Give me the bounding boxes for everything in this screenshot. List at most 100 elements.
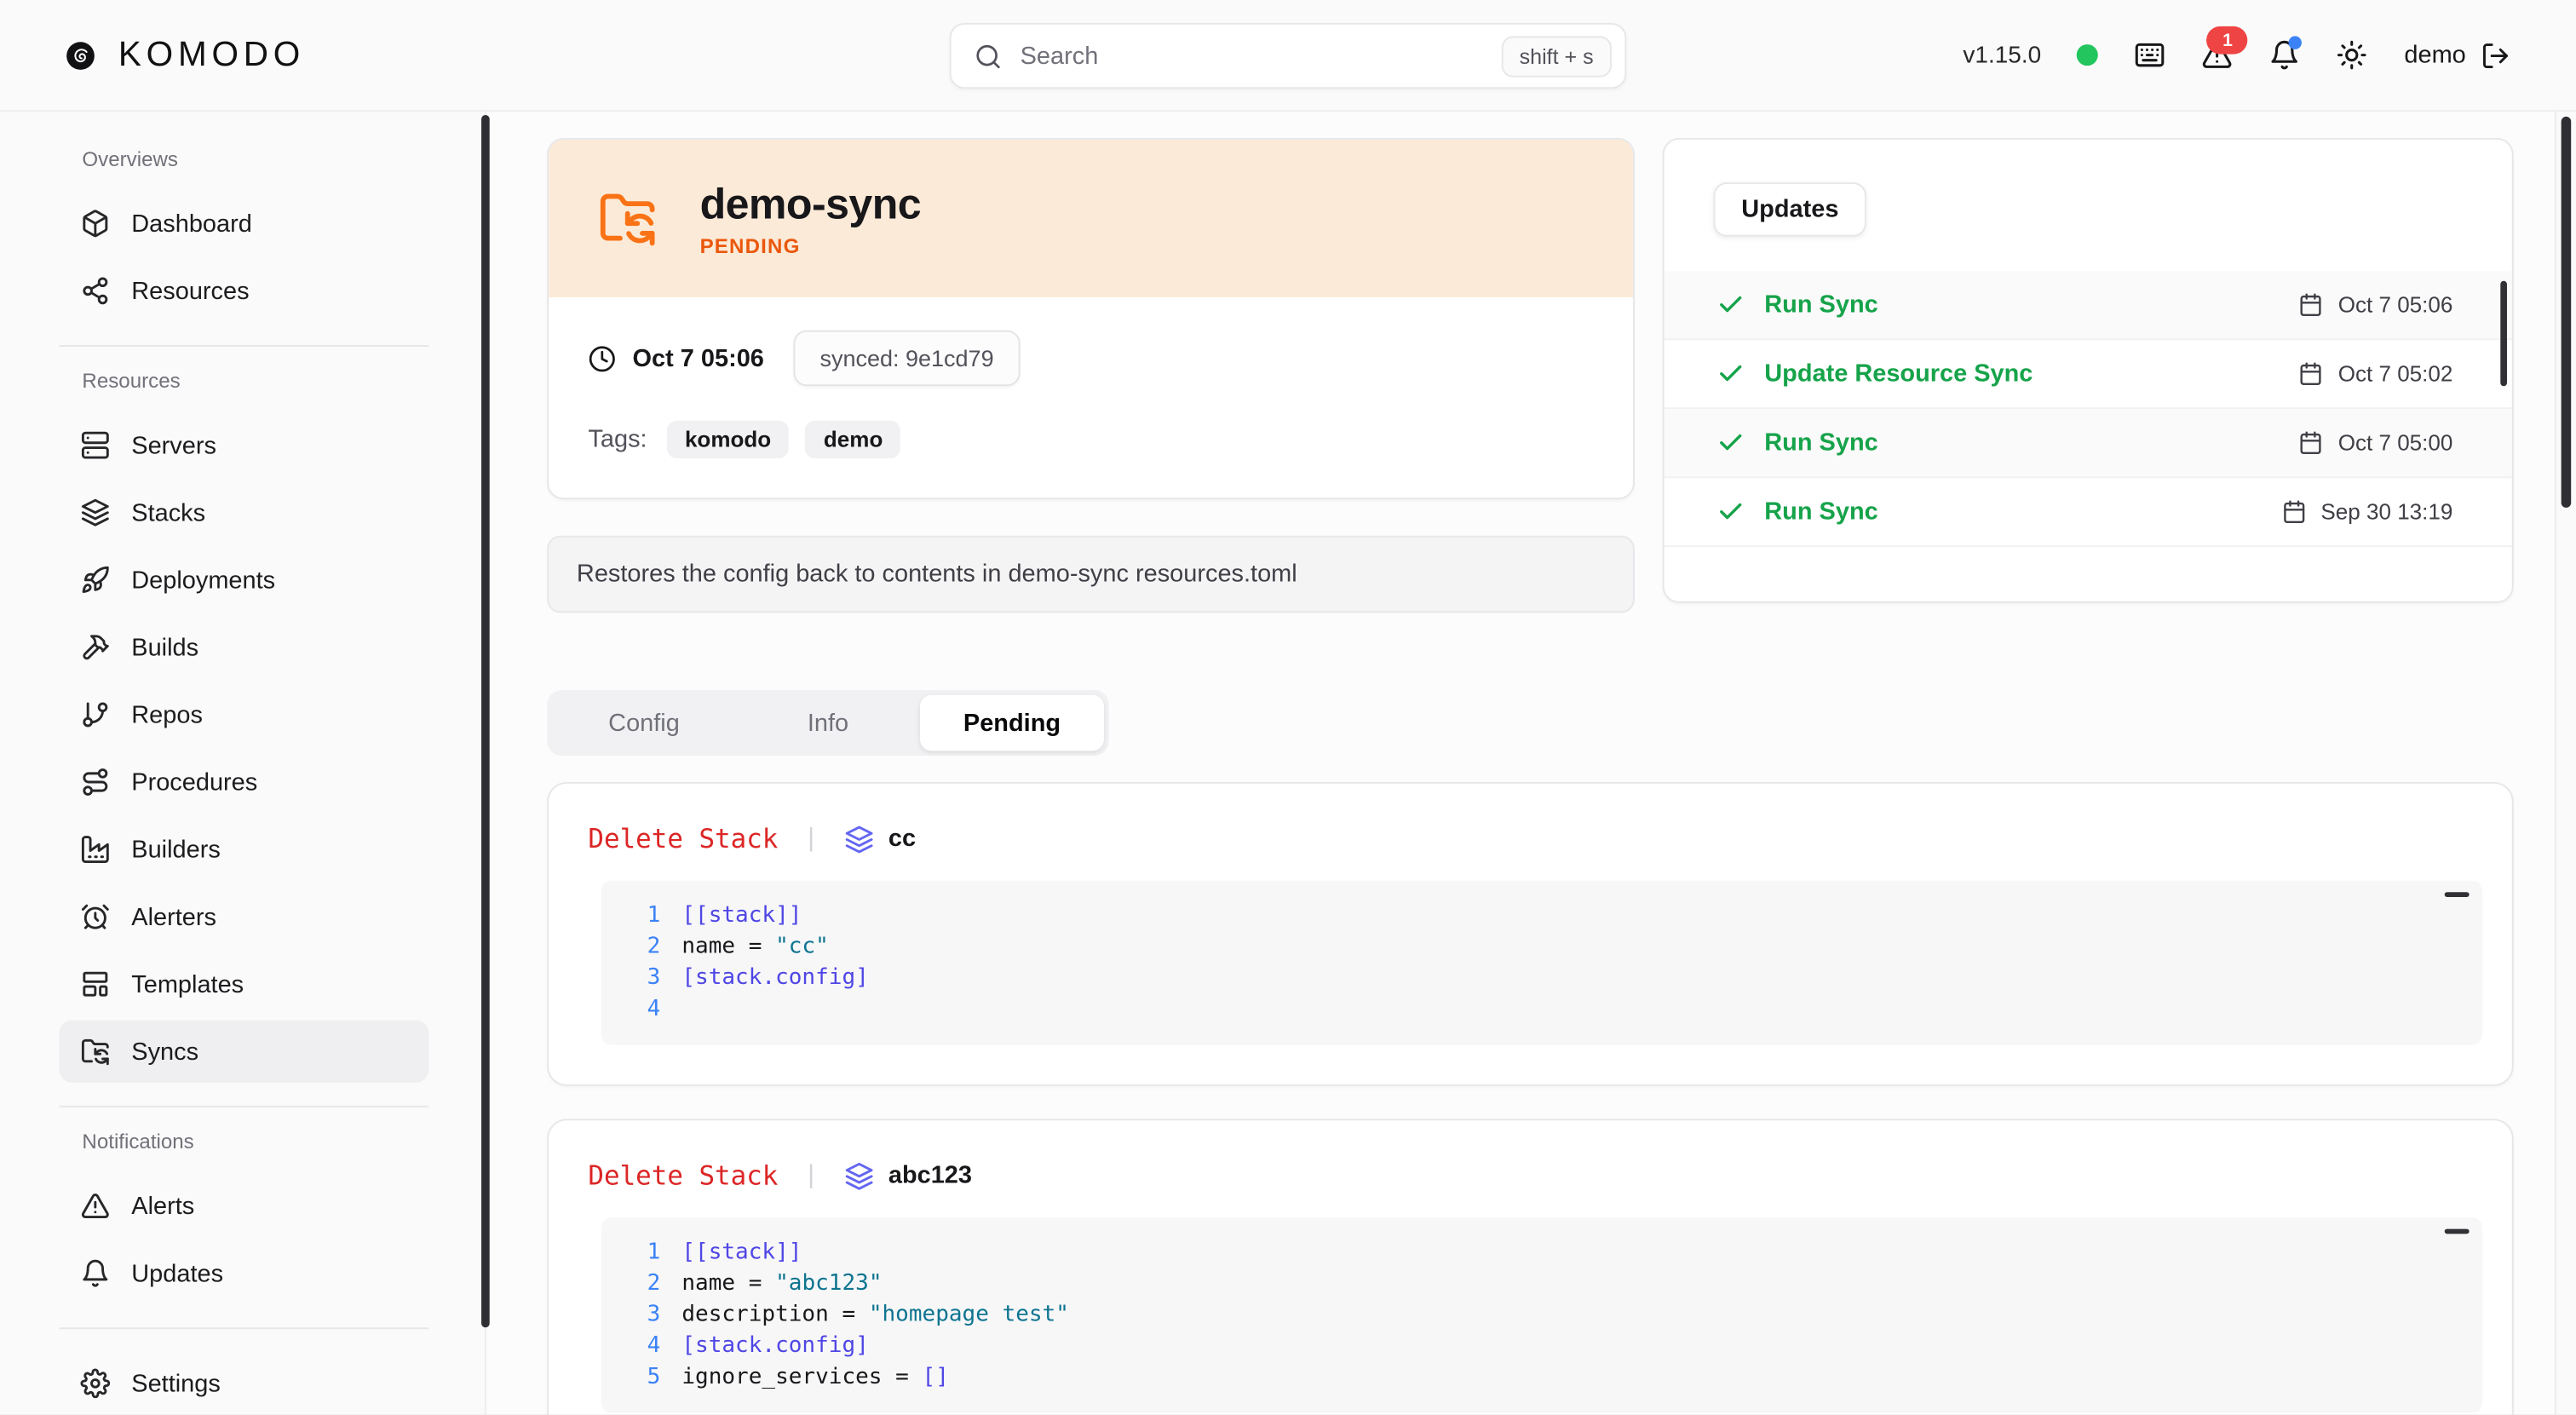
update-operation-link[interactable]: Run Sync (1764, 498, 1877, 526)
sidebar-item-label: Procedures (131, 768, 257, 797)
sidebar-item-settings[interactable]: Settings (59, 1352, 428, 1414)
search-icon (975, 42, 1003, 70)
sidebar-item-deployments[interactable]: Deployments (59, 549, 428, 611)
updates-panel: Updates Run Sync Oct 7 05:06 Update Resour… (1663, 138, 2514, 603)
search-shortcut-badge: shift + s (1501, 35, 1612, 76)
updates-scrollbar-thumb[interactable] (2500, 281, 2507, 386)
tab-pending[interactable]: Pending (920, 695, 1104, 751)
sidebar-item-label: Alerts (131, 1192, 194, 1220)
clock-icon (588, 344, 616, 372)
code-token: description (681, 1301, 828, 1327)
factory-icon (80, 835, 110, 865)
layers-icon (80, 498, 110, 527)
code-line: 4 (601, 994, 2482, 1026)
brand[interactable]: KOMODO (66, 35, 305, 74)
stack-icon (844, 1161, 874, 1191)
sidebar-item-label: Repos (131, 701, 203, 729)
pending-cards: Delete Stack|cc1[[stack]]2name = "cc"3[s… (547, 782, 2513, 1414)
code-token: "homepage test" (869, 1301, 1069, 1327)
git-branch-icon (80, 700, 110, 730)
code-token: [stack.config] (681, 964, 868, 991)
tag-chip[interactable]: demo (806, 421, 901, 458)
code-text: name = "abc123" (681, 1268, 882, 1300)
theme-toggle-button[interactable] (2337, 39, 2368, 71)
code-hscrollbar-thumb[interactable] (2445, 892, 2470, 897)
keyboard-shortcuts-button[interactable] (2135, 39, 2166, 71)
box-icon (80, 209, 110, 239)
sidebar-item-syncs[interactable]: Syncs (59, 1021, 428, 1083)
code-token: [stack.config] (681, 1332, 868, 1359)
sidebar-item-templates[interactable]: Templates (59, 953, 428, 1015)
search-placeholder: Search (1021, 42, 1099, 70)
folder-sync-icon (80, 1037, 110, 1067)
target-stack-link[interactable]: abc123 (844, 1161, 972, 1191)
sidebar-item-repos[interactable]: Repos (59, 683, 428, 745)
code-hscrollbar-thumb[interactable] (2445, 1229, 2470, 1234)
tags-label: Tags: (588, 425, 647, 453)
sidebar-item-dashboard[interactable]: Dashboard (59, 193, 428, 255)
rocket-icon (80, 565, 110, 595)
sidebar-divider (59, 345, 428, 347)
sidebar-item-updates[interactable]: Updates (59, 1242, 428, 1304)
update-row[interactable]: Update Resource Sync Oct 7 05:02 (1665, 340, 2512, 409)
update-operation-link[interactable]: Run Sync (1764, 290, 1877, 319)
code-line: 2name = "cc" (601, 931, 2482, 963)
update-operation-link[interactable]: Update Resource Sync (1764, 360, 2033, 388)
updates-button[interactable]: Updates (1713, 182, 1866, 237)
page-scrollbar-thumb[interactable] (2562, 117, 2572, 508)
last-update-time: Oct 7 05:06 (588, 344, 763, 372)
pending-action-label: Delete Stack (588, 1160, 778, 1192)
sidebar-item-servers[interactable]: Servers (59, 414, 428, 476)
code-line: 1[[stack]] (601, 1237, 2482, 1268)
status-badge: PENDING (700, 235, 922, 258)
timestamp-label: Oct 7 05:06 (632, 344, 763, 372)
sidebar-item-alerts[interactable]: Alerts (59, 1175, 428, 1237)
tab-config[interactable]: Config (552, 695, 736, 751)
header-separator: | (808, 824, 814, 854)
update-timestamp: Oct 7 05:02 (2338, 361, 2453, 386)
resource-head: demo-sync PENDING (549, 140, 1633, 297)
user-menu[interactable]: demo (2404, 40, 2510, 70)
code-token: = (829, 1301, 869, 1327)
sidebar-item-label: Builders (131, 836, 221, 864)
resource-meta: Oct 7 05:06 synced: 9e1cd79 Tags: komodo… (549, 297, 1633, 498)
tab-info[interactable]: Info (736, 695, 920, 751)
notifications-button[interactable] (2269, 39, 2301, 71)
update-timestamp: Sep 30 13:19 (2320, 499, 2452, 524)
sidebar-item-label: Servers (131, 431, 216, 459)
sidebar-item-builders[interactable]: Builders (59, 818, 428, 880)
update-row[interactable]: Run Sync Oct 7 05:06 (1665, 271, 2512, 340)
sidebar-item-builds[interactable]: Builds (59, 616, 428, 678)
bell-icon (80, 1258, 110, 1288)
update-operation-link[interactable]: Run Sync (1764, 429, 1877, 457)
sidebar-item-stacks[interactable]: Stacks (59, 481, 428, 544)
line-number: 2 (601, 931, 681, 963)
sidebar-section-label: Overviews (82, 148, 428, 171)
sidebar-section-label: Notifications (82, 1130, 428, 1153)
network-icon (80, 276, 110, 306)
update-time: Oct 7 05:06 (2298, 292, 2452, 317)
update-row[interactable]: Run Sync Sep 30 13:19 (1665, 478, 2512, 547)
line-number: 4 (601, 994, 681, 1026)
check-icon (1716, 429, 1745, 457)
sidebar-item-procedures[interactable]: Procedures (59, 751, 428, 813)
alert-count-badge: 1 (2207, 26, 2248, 55)
alert-triangle-icon (80, 1191, 110, 1221)
search-input[interactable]: Search shift + s (950, 23, 1627, 89)
content-scrollbar-thumb[interactable] (481, 115, 490, 1327)
pending-action-label: Delete Stack (588, 823, 778, 854)
code-token: "abc123" (775, 1270, 882, 1297)
page-title: demo-sync (700, 179, 922, 228)
tag-chip[interactable]: komodo (667, 421, 790, 458)
stack-icon (844, 824, 874, 854)
resource-description: Restores the config back to contents in … (547, 536, 1635, 613)
update-row[interactable]: Run SyncOct 7 05:00 (1665, 409, 2512, 478)
code-text: description = "homepage test" (681, 1299, 1069, 1331)
target-stack-link[interactable]: cc (844, 824, 916, 854)
sidebar-item-alerters[interactable]: Alerters (59, 885, 428, 947)
komodo-logo-icon (66, 40, 95, 70)
line-number: 4 (601, 1331, 681, 1362)
alerts-button[interactable]: 1 (2202, 39, 2234, 71)
page-scrollbar-track (2555, 112, 2576, 1414)
sidebar-item-resources[interactable]: Resources (59, 260, 428, 322)
